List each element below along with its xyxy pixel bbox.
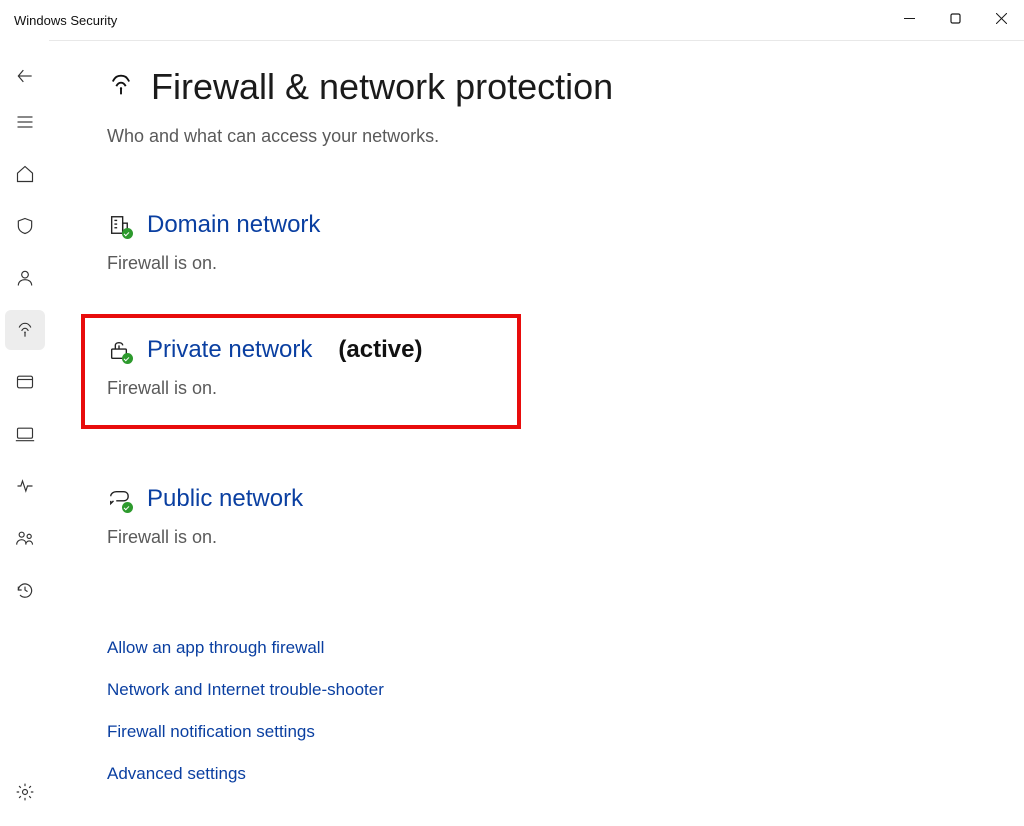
action-links: Allow an app through firewall Network an… <box>107 638 1024 784</box>
page-title: Firewall & network protection <box>151 66 613 108</box>
private-network-highlight: Private network (active) Firewall is on. <box>81 314 521 429</box>
public-network-block: Public network Firewall is on. <box>107 485 1024 548</box>
domain-network-icon <box>107 213 131 237</box>
sidebar-item-device-performance[interactable] <box>5 466 45 506</box>
advanced-settings-link[interactable]: Advanced settings <box>107 764 1024 784</box>
minimize-button[interactable] <box>886 2 932 34</box>
sidebar-item-firewall[interactable] <box>5 310 45 350</box>
sidebar-item-account-protection[interactable] <box>5 258 45 298</box>
private-network-active-label: (active) <box>338 336 422 364</box>
sidebar-item-device-security[interactable] <box>5 414 45 454</box>
window-controls <box>886 0 1024 40</box>
domain-network-block: Domain network Firewall is on. <box>107 211 1024 274</box>
sidebar-item-virus-protection[interactable] <box>5 206 45 246</box>
back-button[interactable] <box>5 56 45 96</box>
close-button[interactable] <box>978 2 1024 34</box>
sidebar-item-settings[interactable] <box>5 772 45 812</box>
domain-network-status: Firewall is on. <box>107 253 1024 274</box>
private-network-status: Firewall is on. <box>107 378 495 399</box>
private-network-icon <box>107 338 131 362</box>
titlebar: Windows Security <box>0 0 1024 40</box>
window-title: Windows Security <box>14 13 117 28</box>
public-network-link[interactable]: Public network <box>147 485 303 513</box>
firewall-icon <box>107 71 135 104</box>
status-ok-badge <box>122 353 133 364</box>
sidebar-item-family-options[interactable] <box>5 518 45 558</box>
sidebar <box>0 40 49 826</box>
status-ok-badge <box>122 228 133 239</box>
public-network-icon <box>107 487 131 511</box>
notification-settings-link[interactable]: Firewall notification settings <box>107 722 1024 742</box>
status-ok-badge <box>122 502 133 513</box>
allow-app-link[interactable]: Allow an app through firewall <box>107 638 1024 658</box>
troubleshooter-link[interactable]: Network and Internet trouble-shooter <box>107 680 1024 700</box>
maximize-button[interactable] <box>932 2 978 34</box>
domain-network-link[interactable]: Domain network <box>147 211 320 239</box>
sidebar-item-protection-history[interactable] <box>5 570 45 610</box>
page-subtitle: Who and what can access your networks. <box>107 126 1024 147</box>
page-heading: Firewall & network protection <box>107 66 1024 108</box>
sidebar-item-home[interactable] <box>5 154 45 194</box>
sidebar-item-app-browser-control[interactable] <box>5 362 45 402</box>
menu-button[interactable] <box>5 102 45 142</box>
content-area: Firewall & network protection Who and wh… <box>49 40 1024 826</box>
private-network-link[interactable]: Private network <box>147 336 312 364</box>
public-network-status: Firewall is on. <box>107 527 1024 548</box>
private-network-block: Private network (active) Firewall is on. <box>107 336 495 399</box>
window: Windows Security <box>0 0 1024 826</box>
